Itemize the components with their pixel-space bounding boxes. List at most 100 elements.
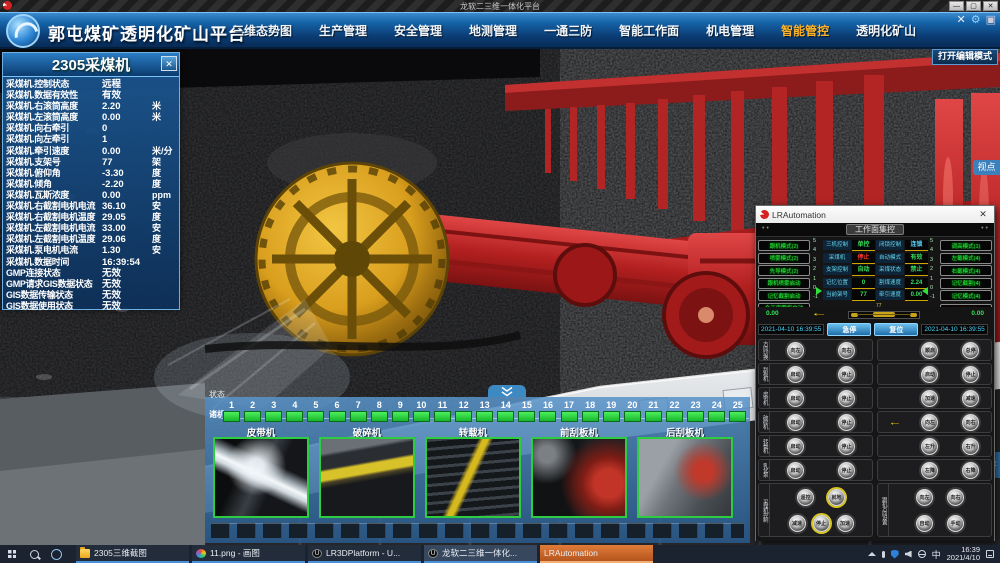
control-button[interactable]: 右降: [962, 462, 979, 479]
control-button[interactable]: 向右: [947, 489, 964, 506]
machine-status-slot[interactable]: 9: [390, 399, 411, 425]
mode-button[interactable]: 跟机模式(2): [758, 240, 810, 251]
position-slider[interactable]: [848, 311, 920, 319]
mode-button[interactable]: 左截模式(4): [940, 253, 992, 264]
control-button[interactable]: 停止: [838, 390, 855, 407]
network-icon[interactable]: [918, 550, 926, 558]
tools-icon[interactable]: ✕: [957, 14, 966, 27]
machine-status-slot[interactable]: 3: [263, 399, 284, 425]
mode-button[interactable]: 记忆截割(4): [940, 278, 992, 289]
control-button[interactable]: 停止: [838, 366, 855, 383]
control-button[interactable]: 自动: [916, 515, 933, 532]
machine-status-slot[interactable]: 16: [537, 399, 558, 425]
machine-status-slot[interactable]: 6: [326, 399, 347, 425]
taskbar-app[interactable]: 2305三维截图: [76, 545, 189, 563]
machine-status-slot[interactable]: 1: [221, 399, 242, 425]
control-button[interactable]: 右升: [962, 438, 979, 455]
chevron-up-icon[interactable]: [868, 552, 876, 556]
start-icon[interactable]: [8, 550, 16, 558]
control-button[interactable]: 启动: [787, 390, 804, 407]
machine-status-slot[interactable]: 2: [242, 399, 263, 425]
machine-status-slot[interactable]: 18: [580, 399, 601, 425]
nav-item[interactable]: 生产管理: [319, 22, 367, 39]
nav-item[interactable]: 安全管理: [394, 22, 442, 39]
minimize-button[interactable]: —: [949, 1, 964, 11]
nav-item[interactable]: 透明化矿山: [856, 22, 916, 39]
taskbar-app[interactable]: 11.png - 画图: [192, 545, 305, 563]
control-button[interactable]: 启动: [921, 366, 938, 383]
machine-status-slot[interactable]: 20: [622, 399, 643, 425]
control-button[interactable]: 向左: [921, 414, 938, 431]
close-icon[interactable]: ✕: [976, 209, 990, 220]
reset-button[interactable]: 复位: [874, 323, 918, 336]
control-button[interactable]: 手动: [947, 515, 964, 532]
notification-icon[interactable]: [986, 550, 994, 558]
machine-status-slot[interactable]: 22: [664, 399, 685, 425]
close-icon[interactable]: ✕: [161, 56, 177, 71]
mode-button[interactable]: 调高模式(1): [940, 240, 992, 251]
mode-button[interactable]: 跟机喷雾启动: [758, 278, 810, 289]
clock[interactable]: 16:39 2021/4/10: [947, 546, 980, 562]
machine-status-slot[interactable]: 8: [369, 399, 390, 425]
machine-status-slot[interactable]: 14: [495, 399, 516, 425]
microphone-icon[interactable]: [882, 551, 885, 558]
restore-icon[interactable]: ▣: [986, 14, 996, 27]
camera-thumbnail[interactable]: [531, 437, 627, 518]
machine-status-slot[interactable]: 21: [643, 399, 664, 425]
control-button[interactable]: 停止: [838, 438, 855, 455]
camera-thumbnail[interactable]: [425, 437, 521, 518]
nav-item[interactable]: 智能工作面: [619, 22, 679, 39]
machine-status-slot[interactable]: 11: [432, 399, 453, 425]
cortana-icon[interactable]: [51, 549, 62, 560]
control-button[interactable]: 顺启: [921, 342, 938, 359]
control-button[interactable]: 遥控: [797, 489, 814, 506]
control-button[interactable]: 停止: [838, 414, 855, 431]
search-icon[interactable]: [30, 550, 39, 559]
mode-button[interactable]: 记忆模式(4): [940, 290, 992, 301]
control-button[interactable]: 减速: [789, 515, 806, 532]
ime-indicator[interactable]: 中: [932, 548, 941, 561]
machine-status-slot[interactable]: 19: [601, 399, 622, 425]
volume-icon[interactable]: [905, 551, 912, 558]
close-button[interactable]: ✕: [983, 1, 998, 11]
machine-status-slot[interactable]: 13: [474, 399, 495, 425]
mode-button[interactable]: 喷雾模式(2): [758, 253, 810, 264]
control-button[interactable]: 停止: [838, 462, 855, 479]
camera-thumbnail[interactable]: [319, 437, 415, 518]
tab-workface-control[interactable]: 工作面集控: [846, 224, 904, 235]
control-button[interactable]: 总停: [962, 342, 979, 359]
nav-item[interactable]: 三维态势图: [232, 22, 292, 39]
control-button[interactable]: 停止: [813, 515, 830, 532]
nav-item[interactable]: 地测管理: [469, 22, 517, 39]
machine-status-slot[interactable]: 17: [559, 399, 580, 425]
camera-thumbnail[interactable]: [637, 437, 733, 518]
thumbnail-filmstrip[interactable]: [211, 523, 744, 538]
control-button[interactable]: 启动: [787, 366, 804, 383]
control-button[interactable]: 加速: [921, 390, 938, 407]
edit-mode-button[interactable]: 打开编辑模式: [932, 49, 998, 65]
taskbar-app[interactable]: LRAutomation: [540, 545, 653, 563]
control-button[interactable]: 加速: [837, 515, 854, 532]
control-button[interactable]: 向右: [962, 414, 979, 431]
chevron-down-icon[interactable]: [488, 385, 526, 397]
viewpoint-tab[interactable]: 视点: [973, 160, 1000, 175]
control-button[interactable]: 减速: [962, 390, 979, 407]
taskbar-app[interactable]: LR3DPlatform - U...: [308, 545, 421, 563]
machine-status-slot[interactable]: 25: [727, 399, 748, 425]
control-button[interactable]: 启动: [787, 438, 804, 455]
mode-button[interactable]: 先导模式(2): [758, 265, 810, 276]
control-button[interactable]: 就地: [828, 489, 845, 506]
shield-icon[interactable]: [891, 550, 899, 559]
gear-icon[interactable]: ⚙: [971, 14, 981, 27]
taskbar-app[interactable]: 龙软二三维一体化...: [424, 545, 537, 563]
control-button[interactable]: 启动: [787, 414, 804, 431]
nav-item[interactable]: 一通三防: [544, 22, 592, 39]
control-button[interactable]: 左升: [921, 438, 938, 455]
machine-status-slot[interactable]: 10: [411, 399, 432, 425]
control-button[interactable]: 向左: [916, 489, 933, 506]
nav-item[interactable]: 智能管控: [781, 22, 829, 39]
control-button[interactable]: 左降: [921, 462, 938, 479]
nav-item[interactable]: 机电管理: [706, 22, 754, 39]
machine-status-slot[interactable]: 5: [305, 399, 326, 425]
control-button[interactable]: 向左: [787, 342, 804, 359]
